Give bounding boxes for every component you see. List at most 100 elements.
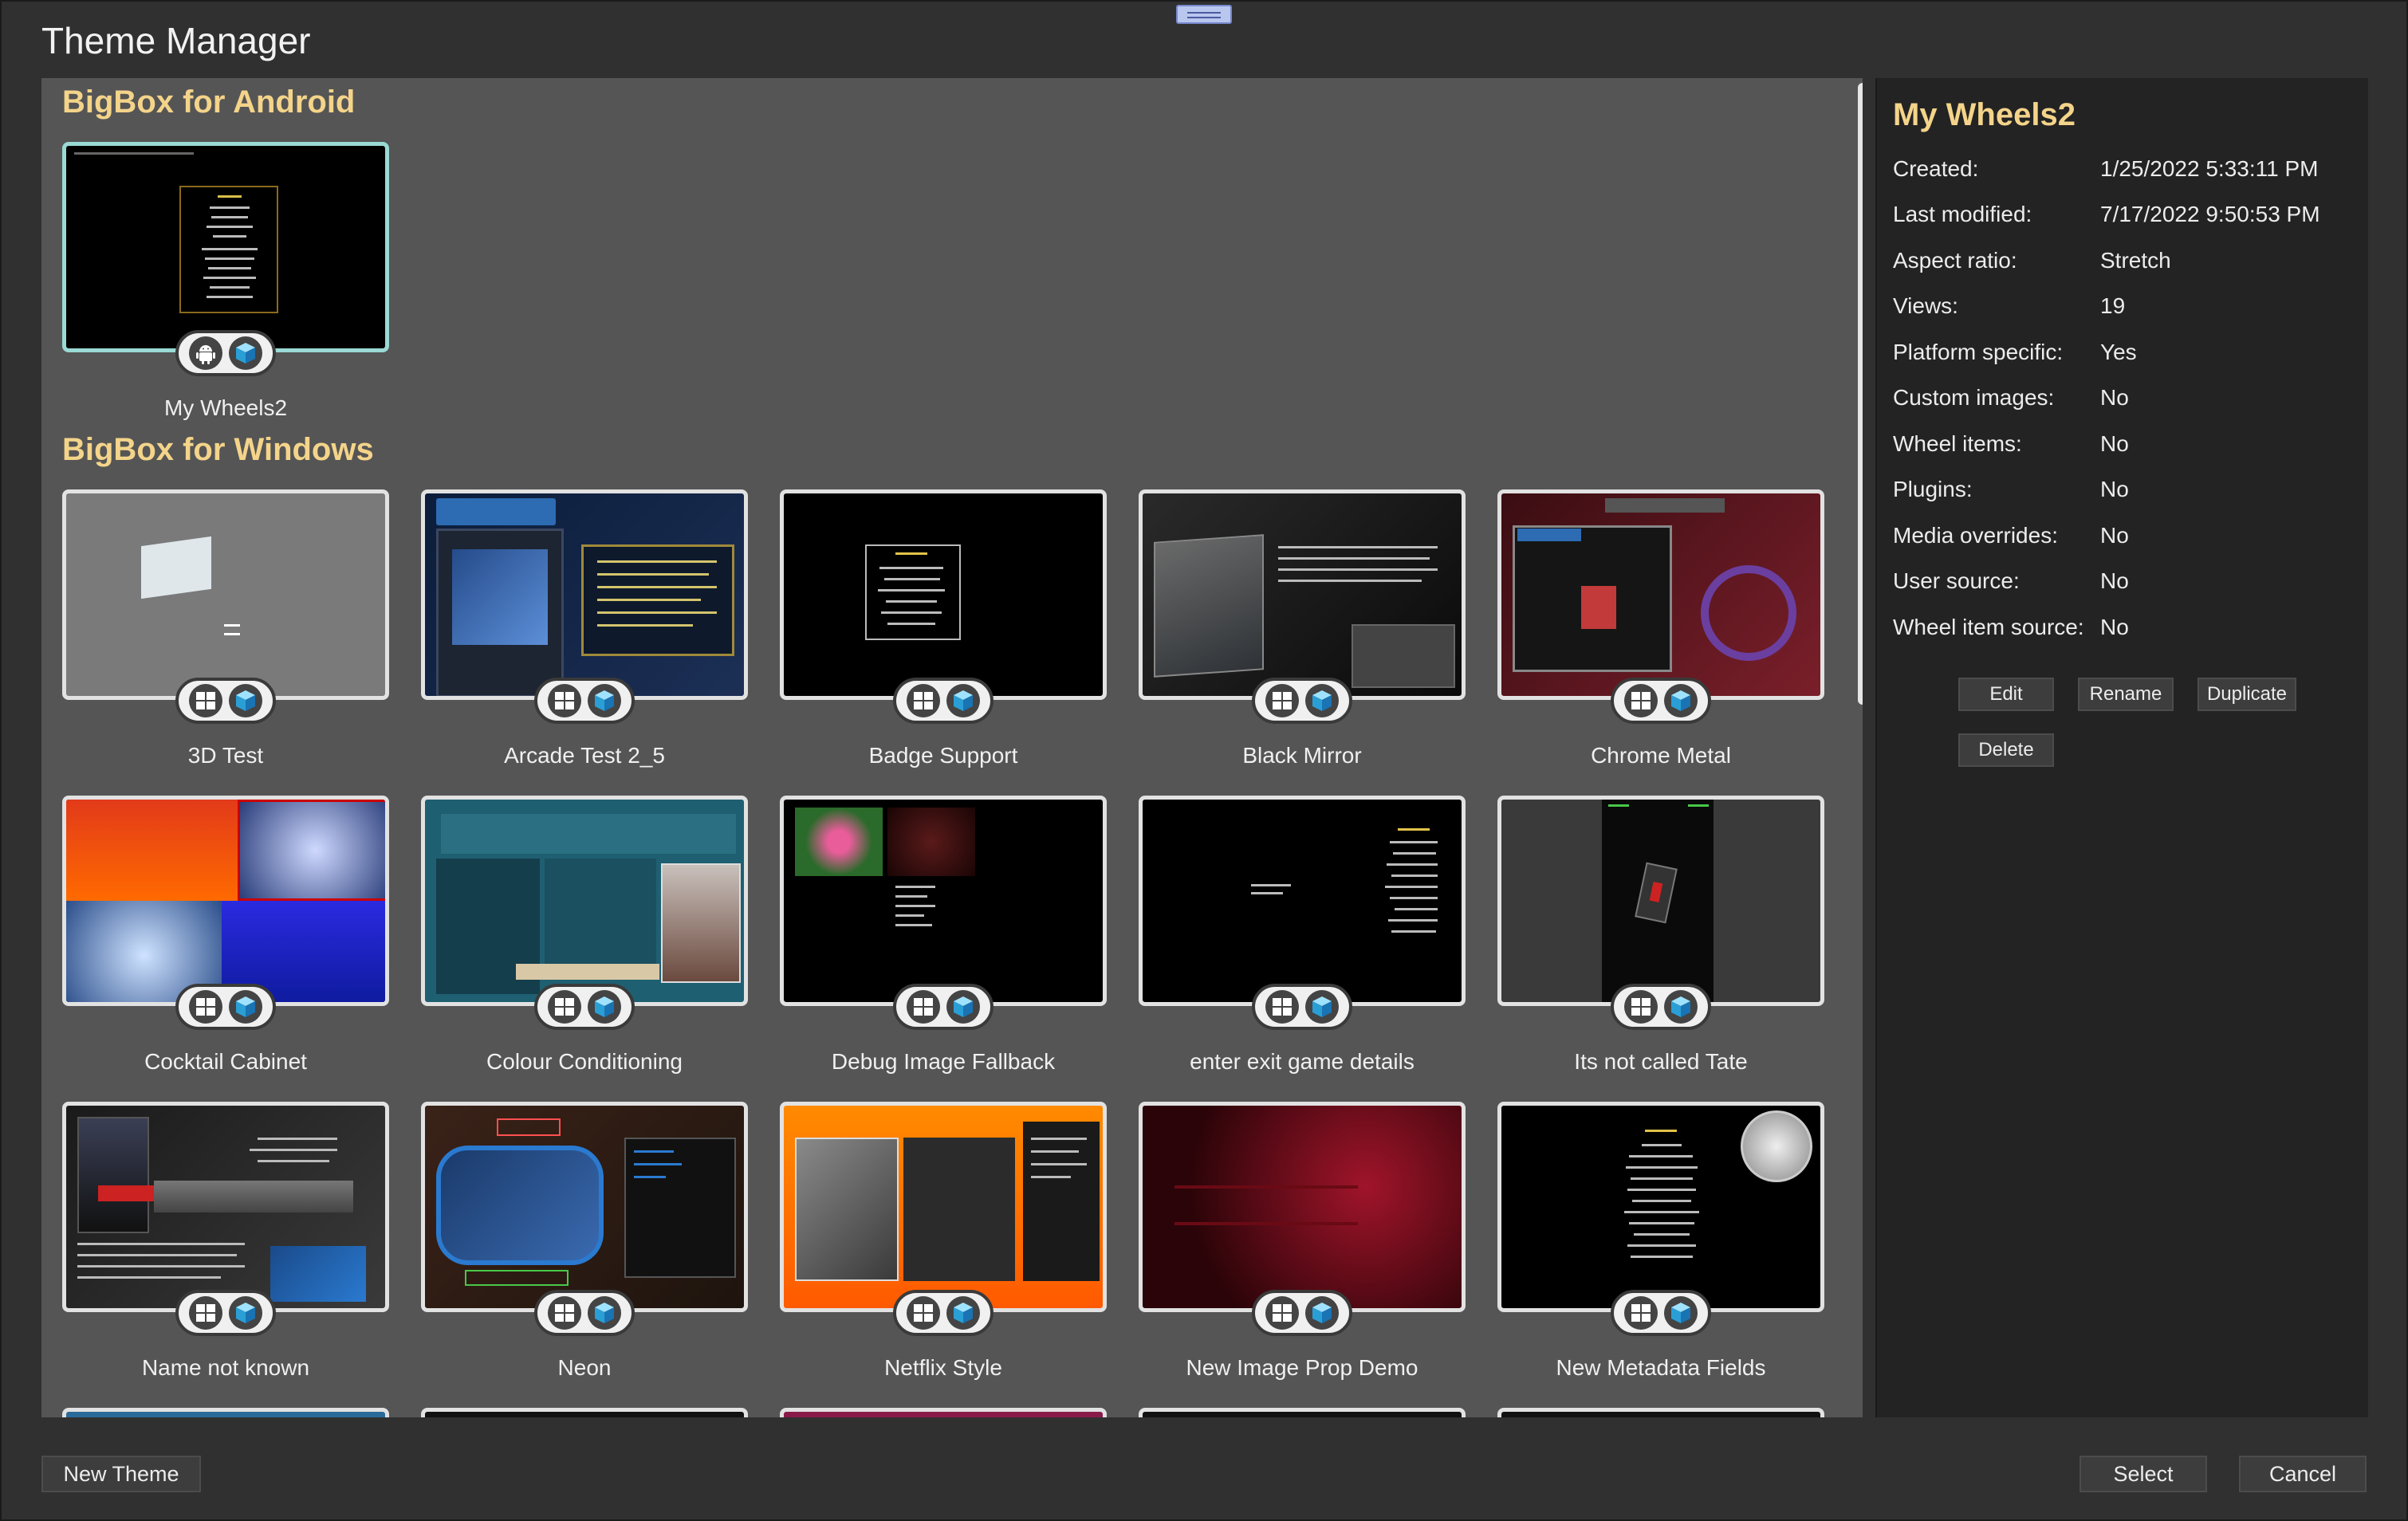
- theme-name: Its not called Tate: [1574, 1049, 1748, 1074]
- platform-badge: [893, 1290, 993, 1336]
- delete-button[interactable]: Delete: [1958, 733, 2054, 767]
- theme-name: Cocktail Cabinet: [144, 1049, 307, 1074]
- theme-name: Neon: [557, 1355, 612, 1380]
- platform-badge: [175, 678, 276, 724]
- windows-icon: [1265, 990, 1299, 1024]
- theme-name: Colour Conditioning: [486, 1049, 683, 1074]
- theme-name: My Wheels2: [163, 395, 288, 420]
- bigbox-cube-icon: [229, 1296, 262, 1330]
- windows-icon: [1265, 1296, 1299, 1330]
- windows-icon: [548, 990, 581, 1024]
- theme-tile[interactable]: New Metadata Fields: [1497, 1102, 1824, 1389]
- bigbox-cube-icon: [229, 990, 262, 1024]
- theme-tile[interactable]: Neon: [421, 1102, 748, 1389]
- bigbox-cube-icon: [1664, 684, 1698, 717]
- theme-details-panel: My Wheels2 Created: 1/25/2022 5:33:11 PM…: [1875, 78, 2368, 1417]
- platform-badge: [534, 1290, 635, 1336]
- theme-thumbnail: [780, 489, 1107, 700]
- windows-icon: [1624, 684, 1658, 717]
- theme-thumbnail: [1497, 1102, 1824, 1312]
- bigbox-cube-icon: [946, 1296, 980, 1330]
- platform-badge: [175, 330, 276, 376]
- theme-name: New Image Prop Demo: [1186, 1355, 1418, 1380]
- theme-tile[interactable]: Badge Support: [780, 489, 1107, 776]
- detail-label: User source:: [1893, 568, 2020, 593]
- detail-label: Custom images:: [1893, 385, 2055, 410]
- theme-tile-partial[interactable]: [1497, 1408, 1824, 1417]
- bigbox-cube-icon: [588, 1296, 621, 1330]
- windows-icon: [548, 684, 581, 717]
- theme-thumbnail: [421, 1102, 748, 1312]
- theme-tile[interactable]: Name not known: [62, 1102, 389, 1389]
- windows-icon: [189, 1296, 222, 1330]
- window-drag-handle[interactable]: [1176, 5, 1232, 24]
- platform-badge: [534, 678, 635, 724]
- theme-name: enter exit game details: [1190, 1049, 1415, 1074]
- theme-tile[interactable]: Its not called Tate: [1497, 796, 1824, 1083]
- duplicate-button[interactable]: Duplicate: [2197, 678, 2296, 711]
- windows-icon: [189, 990, 222, 1024]
- window-title: Theme Manager: [41, 20, 311, 61]
- theme-tile[interactable]: Black Mirror: [1139, 489, 1466, 776]
- detail-label: Plugins:: [1893, 477, 1973, 501]
- bigbox-cube-icon: [1305, 684, 1339, 717]
- detail-value: No: [2100, 431, 2129, 456]
- theme-tile-partial[interactable]: [780, 1408, 1107, 1417]
- theme-thumbnail: [780, 796, 1107, 1006]
- theme-thumbnail: [780, 1102, 1107, 1312]
- bigbox-cube-icon: [588, 990, 621, 1024]
- details-title: My Wheels2: [1893, 97, 2076, 132]
- theme-tile[interactable]: enter exit game details: [1139, 796, 1466, 1083]
- theme-thumbnail: [1139, 489, 1466, 700]
- new-theme-button[interactable]: New Theme: [41, 1456, 201, 1492]
- platform-badge: [1611, 984, 1711, 1030]
- theme-thumbnail: [62, 796, 389, 1006]
- theme-thumbnail: [1497, 796, 1824, 1006]
- detail-value: Stretch: [2100, 248, 2171, 273]
- rename-button[interactable]: Rename: [2078, 678, 2174, 711]
- theme-manager-window: Theme Manager BigBox for Android My Whee…: [0, 0, 2408, 1521]
- theme-tile-partial[interactable]: [62, 1408, 389, 1417]
- theme-tile[interactable]: Arcade Test 2_5: [421, 489, 748, 776]
- bigbox-cube-icon: [229, 336, 262, 370]
- cancel-button[interactable]: Cancel: [2239, 1456, 2367, 1492]
- edit-button[interactable]: Edit: [1958, 678, 2054, 711]
- android-icon: [189, 336, 222, 370]
- detail-value: No: [2100, 615, 2129, 639]
- theme-tile-partial[interactable]: [421, 1408, 748, 1417]
- theme-name: Chrome Metal: [1591, 743, 1731, 768]
- theme-tile[interactable]: Debug Image Fallback: [780, 796, 1107, 1083]
- bigbox-cube-icon: [229, 684, 262, 717]
- bigbox-cube-icon: [1664, 1296, 1698, 1330]
- theme-tile[interactable]: Chrome Metal: [1497, 489, 1824, 776]
- section-title-android: BigBox for Android: [62, 84, 356, 120]
- windows-icon: [1265, 684, 1299, 717]
- windows-icon: [1624, 1296, 1658, 1330]
- theme-tile[interactable]: Colour Conditioning: [421, 796, 748, 1083]
- theme-thumbnail: [1139, 796, 1466, 1006]
- detail-label: Media overrides:: [1893, 523, 2058, 548]
- platform-badge: [893, 984, 993, 1030]
- theme-tile[interactable]: My Wheels2: [62, 142, 389, 429]
- theme-tile[interactable]: Netflix Style: [780, 1102, 1107, 1389]
- detail-value: 1/25/2022 5:33:11 PM: [2100, 156, 2319, 181]
- section-title-windows: BigBox for Windows: [62, 432, 374, 467]
- theme-gallery: BigBox for Android My Wheels2 BigBox for…: [41, 78, 1863, 1417]
- theme-thumbnail: [1139, 1102, 1466, 1312]
- windows-icon: [907, 1296, 940, 1330]
- detail-value: No: [2100, 568, 2129, 593]
- theme-tile-partial[interactable]: [1139, 1408, 1466, 1417]
- detail-value: 7/17/2022 9:50:53 PM: [2100, 202, 2320, 226]
- theme-tile[interactable]: Cocktail Cabinet: [62, 796, 389, 1083]
- theme-thumbnail: [62, 1102, 389, 1312]
- theme-tile[interactable]: 3D Test: [62, 489, 389, 776]
- select-button[interactable]: Select: [2079, 1456, 2207, 1492]
- theme-name: Black Mirror: [1242, 743, 1362, 768]
- theme-thumbnail: [1497, 489, 1824, 700]
- gallery-scrollbar[interactable]: [1858, 83, 1863, 705]
- detail-value: Yes: [2100, 340, 2137, 364]
- bigbox-cube-icon: [1664, 990, 1698, 1024]
- theme-name: Arcade Test 2_5: [504, 743, 665, 768]
- theme-name: Name not known: [141, 1355, 310, 1380]
- theme-tile[interactable]: New Image Prop Demo: [1139, 1102, 1466, 1389]
